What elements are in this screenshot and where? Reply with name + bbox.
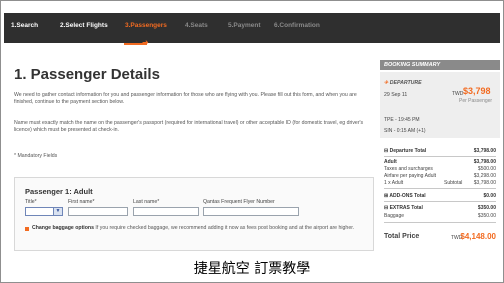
title-select[interactable]: ▼: [25, 207, 63, 216]
frequent-flyer-input[interactable]: [203, 207, 299, 216]
passenger-form: Passenger 1: Adult Title* First name* La…: [14, 177, 374, 251]
departure-date: 29 Sep 11: [384, 92, 408, 98]
baggage-note-text: If you require checked baggage, we recom…: [93, 225, 355, 231]
first-name-label: First name*: [68, 199, 95, 205]
divider: [384, 222, 496, 223]
per-passenger-label: Per Passenger: [459, 98, 493, 104]
last-name-label: Last name*: [133, 199, 160, 205]
passenger-heading: Passenger 1: Adult: [25, 187, 93, 196]
total-price-value: $4,148.00: [460, 232, 496, 241]
divider: [384, 188, 496, 189]
step-select-flights[interactable]: 2.Select Flights: [60, 22, 108, 29]
last-name-input[interactable]: [133, 207, 199, 216]
step-passengers: 3.Passengers: [125, 22, 167, 29]
extras-total-row: ⊟ EXTRAS Total $350.00: [384, 205, 496, 211]
mandatory-note: * Mandatory Fields: [14, 153, 58, 159]
departure-panel: ✈ DEPARTURE 29 Sep 11 TWD $3,798 Per Pas…: [380, 72, 500, 138]
chevron-down-icon[interactable]: ▼: [53, 208, 62, 215]
taxes-row: Taxes and surcharges $500.00: [384, 166, 496, 172]
departure-label: ✈ DEPARTURE: [384, 80, 422, 86]
divider: [384, 156, 496, 157]
caption: 捷星航空 訂票教學: [193, 261, 311, 277]
change-baggage-link[interactable]: Change baggage options: [32, 225, 94, 231]
name-note-text: Name must exactly match the name on the …: [14, 120, 364, 133]
frequent-flyer-label: Qantas Frequent Flyer Number: [203, 199, 275, 205]
bullet-square-icon: [25, 227, 29, 231]
arrow-right-icon: ➜: [142, 38, 149, 47]
progress-stepbar: 1.Search 2.Select Flights 3.Passengers 4…: [4, 13, 500, 47]
departure-total-row: ⊟ Departure Total $3,798.00: [384, 148, 496, 154]
summary-heading: BOOKING SUMMARY: [380, 60, 500, 70]
divider: [384, 201, 496, 202]
adult-row: Adult $3,798.00: [384, 159, 496, 165]
page-title: 1. Passenger Details: [14, 66, 160, 83]
airfare-row: Airfare per paying Adult $3,298.00: [384, 173, 496, 179]
price-currency: TWD: [452, 91, 464, 97]
baggage-row: Baggage $350.00: [384, 213, 496, 219]
route-origin: TPE - 19:45 PM: [384, 117, 420, 123]
step-confirmation: 6.Confirmation: [274, 22, 320, 29]
title-label: Title*: [25, 199, 37, 205]
departure-price: $3,798: [463, 86, 491, 96]
booking-summary: BOOKING SUMMARY ✈ DEPARTURE 29 Sep 11 TW…: [380, 60, 500, 254]
addons-total-row: ⊞ ADD-ONS Total $0.00: [384, 193, 496, 199]
baggage-note: Change baggage options If you require ch…: [32, 225, 362, 232]
booking-page: 1.Search 2.Select Flights 3.Passengers 4…: [4, 4, 500, 254]
step-payment: 5.Payment: [228, 22, 261, 29]
subtotal-row: 1 x Adult Subtotal $3,798.00: [384, 180, 496, 186]
total-price-label: Total Price: [384, 233, 420, 240]
first-name-input[interactable]: [68, 207, 128, 216]
step-seats: 4.Seats: [185, 22, 208, 29]
route-destination: SIN - 0:15 AM (+1): [384, 128, 426, 134]
step-search[interactable]: 1.Search: [11, 22, 38, 29]
intro-text: We need to gather contact information fo…: [14, 92, 357, 105]
